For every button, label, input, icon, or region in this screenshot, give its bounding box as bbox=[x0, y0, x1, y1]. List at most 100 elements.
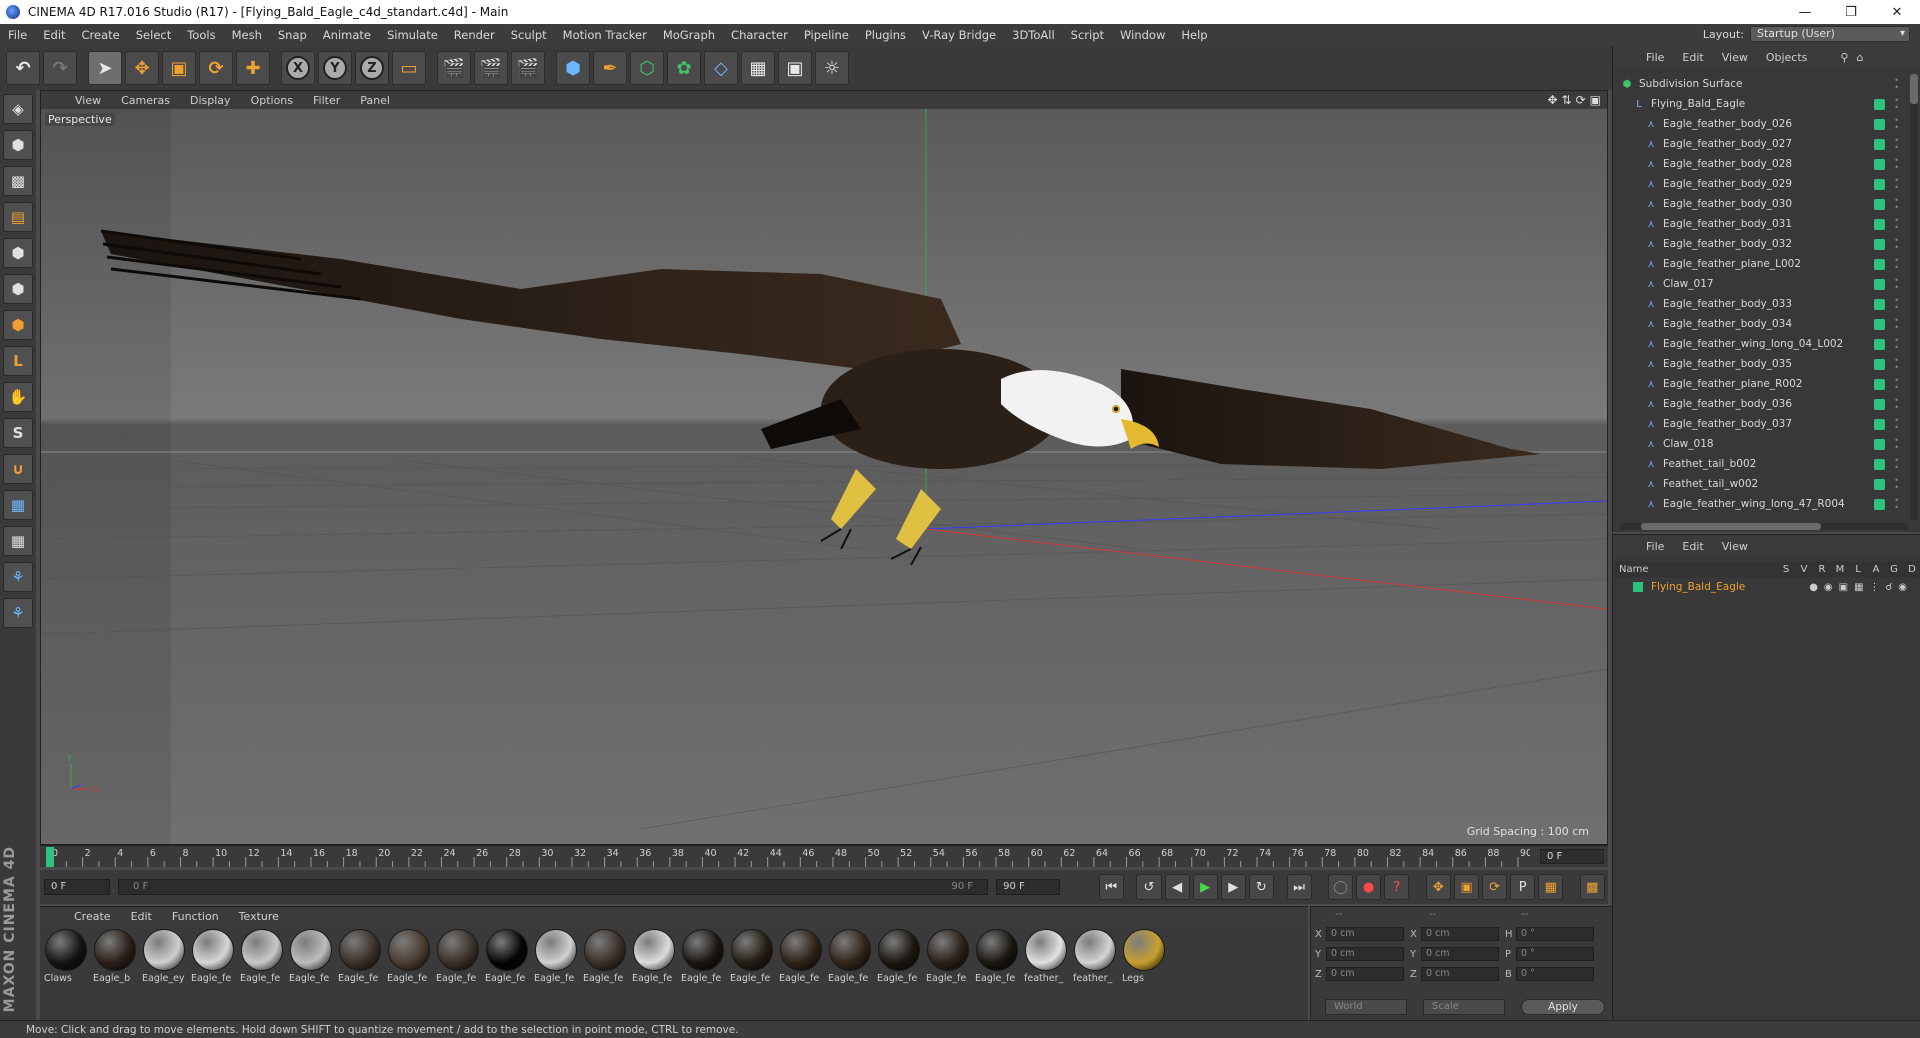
menu-render[interactable]: Render bbox=[446, 28, 503, 42]
key-scale-button[interactable]: ▣ bbox=[1453, 874, 1480, 900]
visibility-dots-icon[interactable]: • • bbox=[1894, 197, 1899, 212]
polygons-mode-button[interactable]: ⬢ bbox=[3, 310, 33, 340]
visibility-dots-icon[interactable]: • • bbox=[1894, 497, 1899, 512]
size-mode-dropdown[interactable]: Scale bbox=[1423, 999, 1505, 1015]
object-row[interactable]: ⋏ Claw_017 • • bbox=[1613, 274, 1909, 294]
layers-menu-edit[interactable]: Edit bbox=[1673, 540, 1712, 553]
menu-select[interactable]: Select bbox=[128, 28, 179, 42]
coordinate-space-dropdown[interactable]: World bbox=[1325, 999, 1407, 1015]
timeline-window-button[interactable]: ▩ bbox=[1579, 874, 1605, 900]
add-light-button[interactable]: ☼ bbox=[815, 51, 849, 85]
add-subdivision-button[interactable]: ⬡ bbox=[630, 51, 664, 85]
object-row[interactable]: ⋏ Eagle_feather_body_037 • • bbox=[1613, 414, 1909, 434]
visibility-dots-icon[interactable]: • • bbox=[1894, 297, 1899, 312]
material-swatch[interactable]: Eagle_fe bbox=[191, 929, 235, 984]
object-row[interactable]: ⋏ Feathet_tail_b002 • • bbox=[1613, 454, 1909, 474]
add-floor-button[interactable]: ▦ bbox=[741, 51, 775, 85]
size-x-field[interactable]: 0 cm bbox=[1421, 927, 1499, 941]
visibility-dots-icon[interactable]: • • bbox=[1894, 217, 1899, 232]
viewport-menu-filter[interactable]: Filter bbox=[303, 94, 350, 107]
viewport-menu-panel[interactable]: Panel bbox=[350, 94, 400, 107]
layer-tag[interactable] bbox=[1874, 499, 1885, 510]
grid-snap-button[interactable]: ▦ bbox=[3, 490, 33, 520]
scale-tool-button[interactable]: ▣ bbox=[162, 51, 196, 85]
layer-tag[interactable] bbox=[1874, 279, 1885, 290]
object-row[interactable]: ⋏ Eagle_feather_body_033 • • bbox=[1613, 294, 1909, 314]
layer-tag[interactable] bbox=[1874, 359, 1885, 370]
edges-mode-button[interactable]: ⬢ bbox=[3, 274, 33, 304]
material-swatch[interactable]: Eagle_fe bbox=[289, 929, 333, 984]
object-row[interactable]: ⬢ Subdivision Surface • • bbox=[1613, 74, 1909, 94]
model-mode-button[interactable]: ⬢ bbox=[3, 130, 33, 160]
go-to-previous-key-button[interactable]: ↺ bbox=[1136, 874, 1162, 900]
menu-mograph[interactable]: MoGraph bbox=[655, 28, 723, 42]
record-active-objects-button[interactable]: ● bbox=[1356, 874, 1382, 900]
make-editable-button[interactable]: ◈ bbox=[3, 94, 33, 124]
material-menu-create[interactable]: Create bbox=[64, 910, 121, 923]
material-swatch[interactable]: Eagle_fe bbox=[975, 929, 1019, 984]
menu-motion-tracker[interactable]: Motion Tracker bbox=[555, 28, 655, 42]
object-row[interactable]: ⋏ Eagle_feather_body_029 • • bbox=[1613, 174, 1909, 194]
visibility-dots-icon[interactable]: • • bbox=[1894, 317, 1899, 332]
layer-tag[interactable] bbox=[1874, 99, 1885, 110]
layer-toggle-icons[interactable]: ●◉▣▦⋮☌◉ bbox=[1809, 582, 1913, 593]
layer-tag[interactable] bbox=[1874, 179, 1885, 190]
object-row[interactable]: ⋏ Eagle_feather_body_030 • • bbox=[1613, 194, 1909, 214]
objects-menu-file[interactable]: File bbox=[1637, 51, 1673, 64]
object-row[interactable]: ⋏ Eagle_feather_body_034 • • bbox=[1613, 314, 1909, 334]
menu-create[interactable]: Create bbox=[74, 28, 128, 42]
objects-menu-view[interactable]: View bbox=[1713, 51, 1757, 64]
layer-name[interactable]: Flying_Bald_Eagle bbox=[1651, 581, 1745, 593]
layer-tag[interactable] bbox=[1874, 319, 1885, 330]
material-swatch[interactable]: Claws bbox=[44, 929, 88, 984]
motion-recording-button[interactable]: ◯ bbox=[1328, 874, 1354, 900]
orbit-icon[interactable]: ⟳ bbox=[1576, 93, 1586, 107]
layer-tag[interactable] bbox=[1874, 219, 1885, 230]
layer-tag[interactable] bbox=[1874, 379, 1885, 390]
visibility-dots-icon[interactable]: • • bbox=[1894, 277, 1899, 292]
objects-menu-edit[interactable]: Edit bbox=[1673, 51, 1712, 64]
step-back-button[interactable]: ◀ bbox=[1164, 874, 1190, 900]
layer-tag[interactable] bbox=[1874, 299, 1885, 310]
layer-tag[interactable] bbox=[1874, 459, 1885, 470]
size-y-field[interactable]: 0 cm bbox=[1421, 947, 1499, 961]
layer-row[interactable]: Flying_Bald_Eagle ●◉▣▦⋮☌◉ bbox=[1613, 578, 1920, 596]
menu-animate[interactable]: Animate bbox=[315, 28, 379, 42]
material-swatch[interactable]: Eagle_fe bbox=[632, 929, 676, 984]
material-swatch[interactable]: Eagle_fe bbox=[926, 929, 970, 984]
layer-tag[interactable] bbox=[1874, 339, 1885, 350]
visibility-dots-icon[interactable]: • • bbox=[1894, 477, 1899, 492]
object-row[interactable]: ⋏ Eagle_feather_body_028 • • bbox=[1613, 154, 1909, 174]
layer-tag[interactable] bbox=[1874, 259, 1885, 270]
current-frame-field[interactable]: 0 F bbox=[1540, 849, 1604, 864]
snap-button[interactable]: S bbox=[3, 418, 33, 448]
visibility-dots-icon[interactable]: • • bbox=[1894, 377, 1899, 392]
menu-3dtoall[interactable]: 3DToAll bbox=[1004, 28, 1063, 42]
object-row[interactable]: ⋏ Eagle_feather_body_032 • • bbox=[1613, 234, 1909, 254]
visibility-dots-icon[interactable]: • • bbox=[1894, 77, 1899, 92]
layer-tag[interactable] bbox=[1874, 399, 1885, 410]
points-mode-button[interactable]: ⬢ bbox=[3, 238, 33, 268]
viewport-menu-options[interactable]: Options bbox=[241, 94, 303, 107]
pan-icon[interactable]: ✥ bbox=[1547, 93, 1557, 107]
objects-search-icon[interactable]: ⚲ bbox=[1840, 51, 1848, 64]
render-picture-viewer-button[interactable]: 🎬 bbox=[474, 51, 508, 85]
object-row[interactable]: ⋏ Eagle_feather_plane_L002 • • bbox=[1613, 254, 1909, 274]
menu-sculpt[interactable]: Sculpt bbox=[503, 28, 555, 42]
layer-color-swatch[interactable] bbox=[1633, 582, 1643, 592]
texture-mode-button[interactable]: ▩ bbox=[3, 166, 33, 196]
object-row[interactable]: ⋏ Eagle_feather_body_031 • • bbox=[1613, 214, 1909, 234]
go-to-start-button[interactable]: ⏮ bbox=[1098, 874, 1124, 900]
menu-vray-bridge[interactable]: V-Ray Bridge bbox=[914, 28, 1004, 42]
python-alt-button[interactable]: ⚘ bbox=[3, 598, 33, 628]
python-button[interactable]: ⚘ bbox=[3, 562, 33, 592]
layer-tag[interactable] bbox=[1874, 199, 1885, 210]
visibility-dots-icon[interactable]: • • bbox=[1894, 177, 1899, 192]
objects-home-icon[interactable]: ⌂ bbox=[1856, 51, 1863, 64]
layer-tag[interactable] bbox=[1874, 119, 1885, 130]
move-tool-button[interactable]: ✥ bbox=[125, 51, 159, 85]
object-row[interactable]: ⋏ Eagle_feather_plane_R002 • • bbox=[1613, 374, 1909, 394]
grid-snap-alt-button[interactable]: ▦ bbox=[3, 526, 33, 556]
key-rotation-button[interactable]: ⟳ bbox=[1482, 874, 1508, 900]
visibility-dots-icon[interactable]: • • bbox=[1894, 157, 1899, 172]
